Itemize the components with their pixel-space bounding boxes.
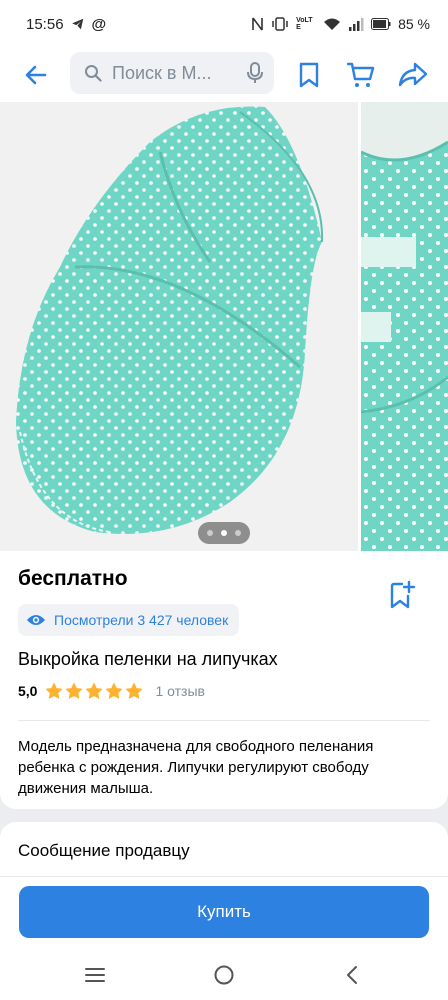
status-bar: 15:56 @ VoLTE 85 % (0, 0, 448, 48)
product-photo-next[interactable] (361, 102, 448, 551)
gallery-pagination (198, 522, 250, 544)
star-icon (105, 682, 123, 700)
nfc-icon (251, 17, 264, 31)
product-gallery[interactable] (0, 102, 448, 551)
volte-icon: VoLTE (296, 17, 313, 31)
product-page: 15:56 @ VoLTE 85 % Поиск в М... бесплатн… (0, 0, 448, 1000)
star-icon (45, 682, 63, 700)
eye-icon (26, 613, 46, 627)
chevron-left-icon (344, 965, 360, 985)
wifi-icon (323, 17, 341, 31)
rating-row[interactable]: 5,0 1 отзыв (18, 682, 205, 700)
views-badge: Посмотрели 3 427 человек (18, 604, 240, 636)
reviews-count[interactable]: 1 отзыв (155, 683, 205, 699)
bookmark-button[interactable] (291, 57, 327, 93)
product-price: бесплатно (18, 567, 128, 590)
product-description: Модель предназначена для свободного пеле… (18, 738, 374, 797)
battery-percent: 85 % (398, 16, 430, 32)
divider (0, 876, 448, 877)
recent-apps-button[interactable] (82, 962, 108, 988)
views-count: Посмотрели 3 427 человек (54, 612, 229, 628)
pagination-dot (207, 530, 213, 536)
home-circle-icon (213, 964, 235, 986)
vibrate-icon (271, 17, 289, 31)
cart-button[interactable] (343, 57, 379, 93)
pagination-dot-active (221, 530, 227, 536)
rating-stars (45, 682, 143, 700)
menu-icon (84, 966, 106, 984)
pagination-dot (235, 530, 241, 536)
search-placeholder: Поиск в М... (112, 62, 212, 83)
search-input[interactable]: Поиск в М... (70, 52, 274, 94)
star-icon (65, 682, 83, 700)
top-navigation-bar: Поиск в М... (0, 48, 448, 102)
status-time: 15:56 (26, 15, 64, 33)
product-info-card: бесплатно Посмотрели 3 427 человек Выкро… (0, 551, 448, 809)
bookmark-icon (297, 61, 321, 89)
search-icon (84, 64, 102, 82)
rating-value: 5,0 (18, 683, 38, 699)
back-arrow-icon (23, 62, 49, 88)
at-sign-icon: @ (91, 15, 107, 33)
add-to-collection-button[interactable] (384, 577, 420, 613)
message-seller-title[interactable]: Сообщение продавцу (18, 841, 190, 861)
telegram-icon (71, 17, 85, 31)
star-icon (125, 682, 143, 700)
share-icon (398, 61, 428, 89)
bookmark-add-icon (388, 580, 416, 610)
buy-button[interactable]: Купить (19, 886, 429, 938)
share-button[interactable] (395, 57, 431, 93)
signal-icon (348, 17, 364, 31)
microphone-icon[interactable] (246, 62, 264, 84)
product-photo[interactable] (0, 102, 358, 551)
battery-icon (371, 18, 391, 30)
star-icon (85, 682, 103, 700)
system-back-button[interactable] (339, 962, 365, 988)
product-title: Выкройка пеленки на липучках (18, 649, 278, 669)
back-button[interactable] (20, 59, 52, 91)
home-button[interactable] (211, 962, 237, 988)
cart-icon (346, 61, 376, 89)
divider (18, 720, 430, 721)
system-navigation-bar (0, 948, 448, 1000)
